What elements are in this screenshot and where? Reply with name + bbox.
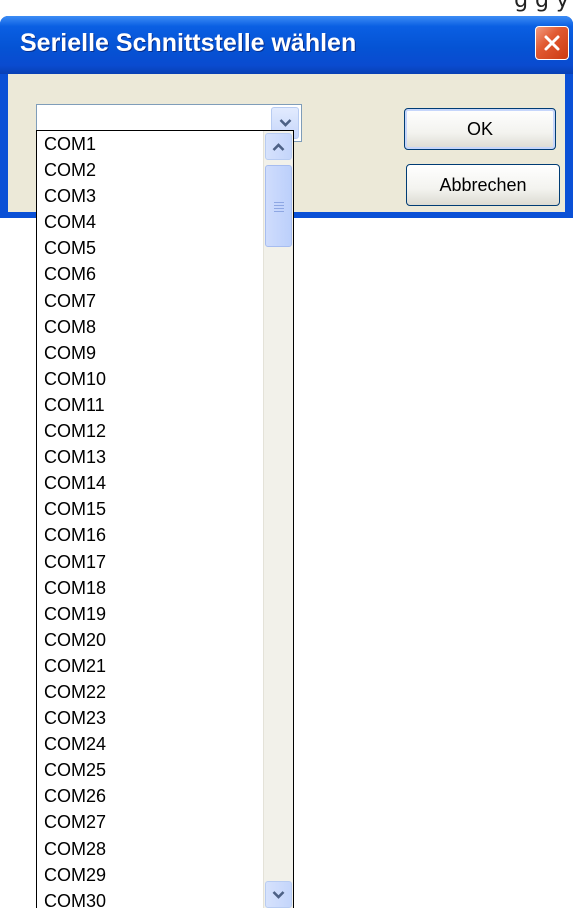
screen: g g y Serielle Schnittstelle wählen OK A… xyxy=(0,0,573,908)
dropdown-item[interactable]: COM22 xyxy=(37,679,263,705)
thumb-grip-line xyxy=(274,202,284,203)
thumb-grip-line xyxy=(274,208,284,209)
chevron-down-icon xyxy=(272,891,285,899)
dropdown-item[interactable]: COM17 xyxy=(37,549,263,575)
dropdown-item[interactable]: COM5 xyxy=(37,235,263,261)
dropdown-item[interactable]: COM23 xyxy=(37,705,263,731)
background-text: g g y xyxy=(514,0,569,13)
dropdown-item[interactable]: COM21 xyxy=(37,653,263,679)
thumb-grip-line xyxy=(274,205,284,206)
port-dropdown-list[interactable]: COM1 COM2 COM3 COM4 COM5 COM6 COM7 COM8 COM9 COM1… xyxy=(36,130,294,908)
dropdown-item[interactable]: COM13 xyxy=(37,444,263,470)
window-title: Serielle Schnittstelle wählen xyxy=(20,29,357,57)
scrollbar-thumb[interactable] xyxy=(265,165,292,247)
title-bar[interactable]: Serielle Schnittstelle wählen xyxy=(0,16,573,74)
dropdown-item[interactable]: COM6 xyxy=(37,261,263,287)
close-icon xyxy=(544,35,560,51)
dropdown-item[interactable]: COM29 xyxy=(37,862,263,888)
dropdown-items: COM1 COM2 COM3 COM4 COM5 COM6 COM7 COM8 COM9 COM1… xyxy=(37,131,263,908)
dropdown-item[interactable]: COM25 xyxy=(37,757,263,783)
dropdown-item[interactable]: COM9 xyxy=(37,340,263,366)
dropdown-item[interactable]: COM7 xyxy=(37,288,263,314)
dropdown-item[interactable]: COM24 xyxy=(37,731,263,757)
dropdown-item[interactable]: COM3 xyxy=(37,183,263,209)
dropdown-item[interactable]: COM10 xyxy=(37,366,263,392)
dropdown-item[interactable]: COM14 xyxy=(37,470,263,496)
dropdown-item[interactable]: COM11 xyxy=(37,392,263,418)
scroll-down-button[interactable] xyxy=(265,881,292,908)
dropdown-item[interactable]: COM2 xyxy=(37,157,263,183)
dropdown-item[interactable]: COM12 xyxy=(37,418,263,444)
dropdown-item[interactable]: COM28 xyxy=(37,836,263,862)
vertical-scrollbar[interactable] xyxy=(263,131,293,908)
ok-button[interactable]: OK xyxy=(404,108,556,150)
dropdown-item[interactable]: COM16 xyxy=(37,522,263,548)
dropdown-item[interactable]: COM18 xyxy=(37,575,263,601)
chevron-up-icon xyxy=(272,143,285,151)
dropdown-item[interactable]: COM8 xyxy=(37,314,263,340)
close-button[interactable] xyxy=(535,26,569,60)
dropdown-item[interactable]: COM30 xyxy=(37,888,263,908)
chevron-down-icon xyxy=(279,119,292,127)
dropdown-item[interactable]: COM19 xyxy=(37,601,263,627)
dropdown-item[interactable]: COM20 xyxy=(37,627,263,653)
cancel-button[interactable]: Abbrechen xyxy=(406,164,560,206)
dropdown-item[interactable]: COM15 xyxy=(37,496,263,522)
dropdown-item[interactable]: COM1 xyxy=(37,131,263,157)
dropdown-item[interactable]: COM4 xyxy=(37,209,263,235)
scroll-up-button[interactable] xyxy=(265,133,292,160)
thumb-grip-line xyxy=(274,211,284,212)
dropdown-item[interactable]: COM27 xyxy=(37,809,263,835)
dropdown-item[interactable]: COM26 xyxy=(37,783,263,809)
